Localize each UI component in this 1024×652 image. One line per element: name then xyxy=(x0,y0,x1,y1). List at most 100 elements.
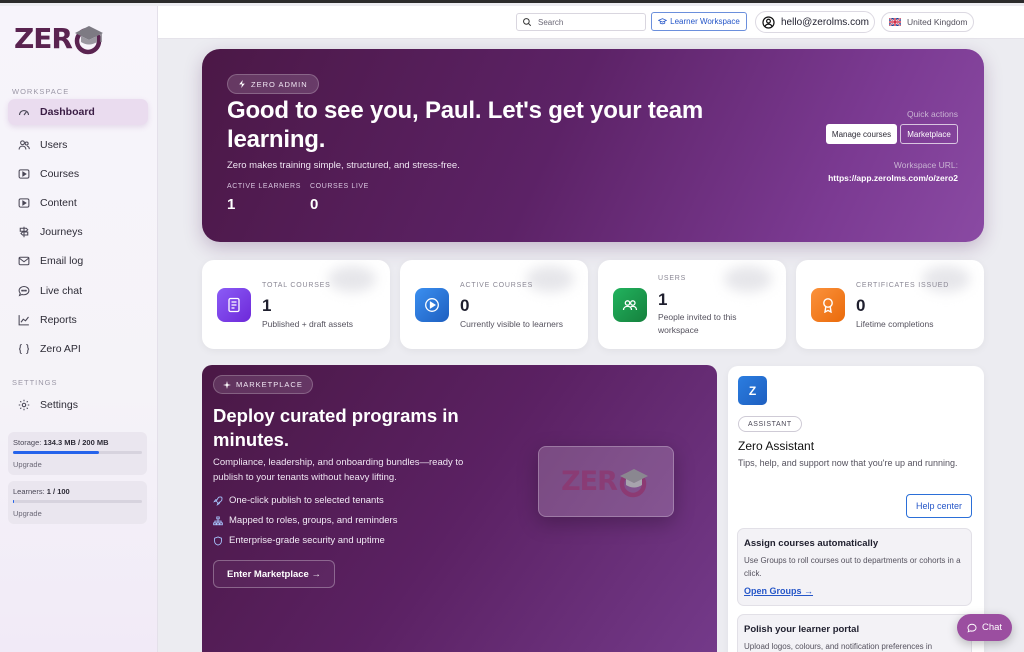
card-glow xyxy=(724,266,772,292)
feature-item: One-click publish to selected tenants xyxy=(213,495,384,506)
stat-card-active-courses[interactable]: ACTIVE COURSES 0 Currently visible to le… xyxy=(400,260,588,349)
feature-item: Enterprise-grade security and uptime xyxy=(213,535,385,546)
stat-description: Lifetime completions xyxy=(856,319,934,329)
marketplace-subtitle: Compliance, leadership, and onboarding b… xyxy=(213,457,464,483)
feature-item: Mapped to roles, groups, and reminders xyxy=(213,515,397,526)
brand-logo[interactable]: ZER xyxy=(14,22,106,55)
chat-bubble-icon xyxy=(18,285,30,297)
sidebar-item-live-chat[interactable]: Live chat xyxy=(8,278,148,304)
tip-card: Assign courses automatically Use Groups … xyxy=(737,528,972,606)
rocket-icon xyxy=(213,496,223,506)
stat-label: TOTAL COURSES xyxy=(262,282,331,289)
storage-label: Storage: xyxy=(13,438,42,447)
stat-card-users[interactable]: USERS 1 People invited to this workspace xyxy=(598,260,786,349)
marketplace-title: Deploy curated programs in minutes. xyxy=(213,405,459,450)
sidebar-item-courses[interactable]: Courses xyxy=(8,161,148,187)
stat-value: 1 xyxy=(262,296,272,315)
country-label: United Kingdom xyxy=(907,17,968,27)
logo-text: ZER xyxy=(14,22,73,55)
learners-usage-box: Learners: 1 / 100 Upgrade xyxy=(8,481,147,524)
sidebar: ZER WORKSPACE Dashboard Users Courses Co… xyxy=(0,6,158,652)
account-email: hello@zerolms.com xyxy=(781,16,869,28)
assistant-title: Zero Assistant xyxy=(738,439,815,453)
stat-label: USERS xyxy=(658,275,687,282)
workspace-url-label: Workspace URL: xyxy=(893,160,958,170)
sidebar-item-label: Dashboard xyxy=(40,106,95,118)
stat-value: 0 xyxy=(460,296,470,315)
settings-section-label: SETTINGS xyxy=(12,378,58,387)
sidebar-item-zero-api[interactable]: Zero API xyxy=(8,336,148,362)
help-center-button[interactable]: Help center xyxy=(906,494,972,518)
learner-workspace-button[interactable]: Learner Workspace xyxy=(651,12,747,31)
user-circle-icon xyxy=(762,15,775,29)
learners-label: Learners: xyxy=(13,487,45,496)
sidebar-item-label: Live chat xyxy=(40,285,83,297)
braces-icon xyxy=(19,343,29,355)
country-selector[interactable]: United Kingdom xyxy=(881,12,974,32)
tip-description: Upload logos, colours, and notification … xyxy=(744,642,933,651)
active-learners-value: 1 xyxy=(227,196,236,213)
assistant-avatar: Z xyxy=(738,376,767,405)
sidebar-item-label: Settings xyxy=(40,399,78,411)
account-menu[interactable]: hello@zerolms.com xyxy=(755,11,875,33)
stat-description: Currently visible to learners xyxy=(460,319,563,329)
stat-value: 0 xyxy=(856,296,866,315)
workspace-url-link[interactable]: https://app.zerolms.com/o/zero2 xyxy=(828,173,958,183)
learners-value: 1 / 100 xyxy=(46,487,70,496)
sidebar-item-settings[interactable]: Settings xyxy=(8,392,148,418)
award-icon xyxy=(811,288,845,322)
stat-value: 1 xyxy=(658,290,668,309)
card-glow xyxy=(328,266,376,292)
assistant-subtitle: Tips, help, and support now that you're … xyxy=(738,458,958,468)
preview-logo-text: ZER xyxy=(561,466,618,497)
sidebar-item-email-log[interactable]: Email log xyxy=(8,248,148,274)
sidebar-item-users[interactable]: Users xyxy=(8,132,148,158)
enter-marketplace-button[interactable]: Enter Marketplace → xyxy=(213,560,335,588)
marketplace-preview-image: ZER xyxy=(538,446,674,517)
stat-card-certificates[interactable]: CERTIFICATES ISSUED 0 Lifetime completio… xyxy=(796,260,984,349)
sidebar-item-label: Reports xyxy=(40,314,77,326)
learners-progress-bar xyxy=(13,500,142,503)
hero-subtitle: Zero makes training simple, structured, … xyxy=(227,160,460,171)
sidebar-item-label: Users xyxy=(40,139,68,151)
graduation-cap-logo-icon xyxy=(619,468,648,497)
assistant-tag: ASSISTANT xyxy=(738,416,802,432)
manage-courses-button[interactable]: Manage courses xyxy=(826,124,897,144)
zero-admin-badge-label: ZERO ADMIN xyxy=(251,79,308,89)
sidebar-item-label: Journeys xyxy=(40,226,83,238)
sidebar-item-label: Content xyxy=(40,197,77,209)
signpost-icon xyxy=(19,226,29,238)
learners-upgrade-link[interactable]: Upgrade xyxy=(13,509,142,518)
tip-description: Use Groups to roll courses out to depart… xyxy=(744,556,961,578)
gear-icon xyxy=(18,399,30,411)
sidebar-item-reports[interactable]: Reports xyxy=(8,307,148,333)
chat-button[interactable]: Chat xyxy=(957,614,1012,641)
open-groups-link[interactable]: Open Groups → xyxy=(744,586,965,596)
graduation-cap-icon xyxy=(658,18,668,25)
top-bar: Search Learner Workspace hello@zerolms.c… xyxy=(158,6,1024,39)
marketplace-panel: MARKETPLACE Deploy curated programs in m… xyxy=(202,365,717,652)
stat-card-total-courses[interactable]: TOTAL COURSES 1 Published + draft assets xyxy=(202,260,390,349)
search-placeholder: Search xyxy=(538,17,564,27)
sidebar-item-journeys[interactable]: Journeys xyxy=(8,219,148,245)
stat-label: CERTIFICATES ISSUED xyxy=(856,282,950,289)
storage-progress-bar xyxy=(13,451,142,454)
uk-flag-icon xyxy=(889,18,901,26)
search-icon xyxy=(523,18,532,27)
tip-title: Assign courses automatically xyxy=(744,538,879,549)
learner-workspace-label: Learner Workspace xyxy=(670,17,740,26)
courses-live-value: 0 xyxy=(310,196,319,213)
card-glow xyxy=(526,266,574,292)
hero-title: Good to see you, Paul. Let's get your te… xyxy=(227,97,704,153)
feature-label: Enterprise-grade security and uptime xyxy=(229,535,385,546)
storage-upgrade-link[interactable]: Upgrade xyxy=(13,460,142,469)
learners-usage-text: Learners: 1 / 100 xyxy=(13,487,142,496)
sidebar-item-content[interactable]: Content xyxy=(8,190,148,216)
marketplace-button[interactable]: Marketplace xyxy=(900,124,958,144)
line-chart-icon xyxy=(18,315,29,326)
sidebar-item-dashboard[interactable]: Dashboard xyxy=(8,99,148,125)
marketplace-badge: MARKETPLACE xyxy=(213,375,313,394)
storage-value: 134.3 MB / 200 MB xyxy=(43,438,109,447)
play-circle-icon xyxy=(415,288,449,322)
search-input[interactable]: Search xyxy=(516,13,646,31)
